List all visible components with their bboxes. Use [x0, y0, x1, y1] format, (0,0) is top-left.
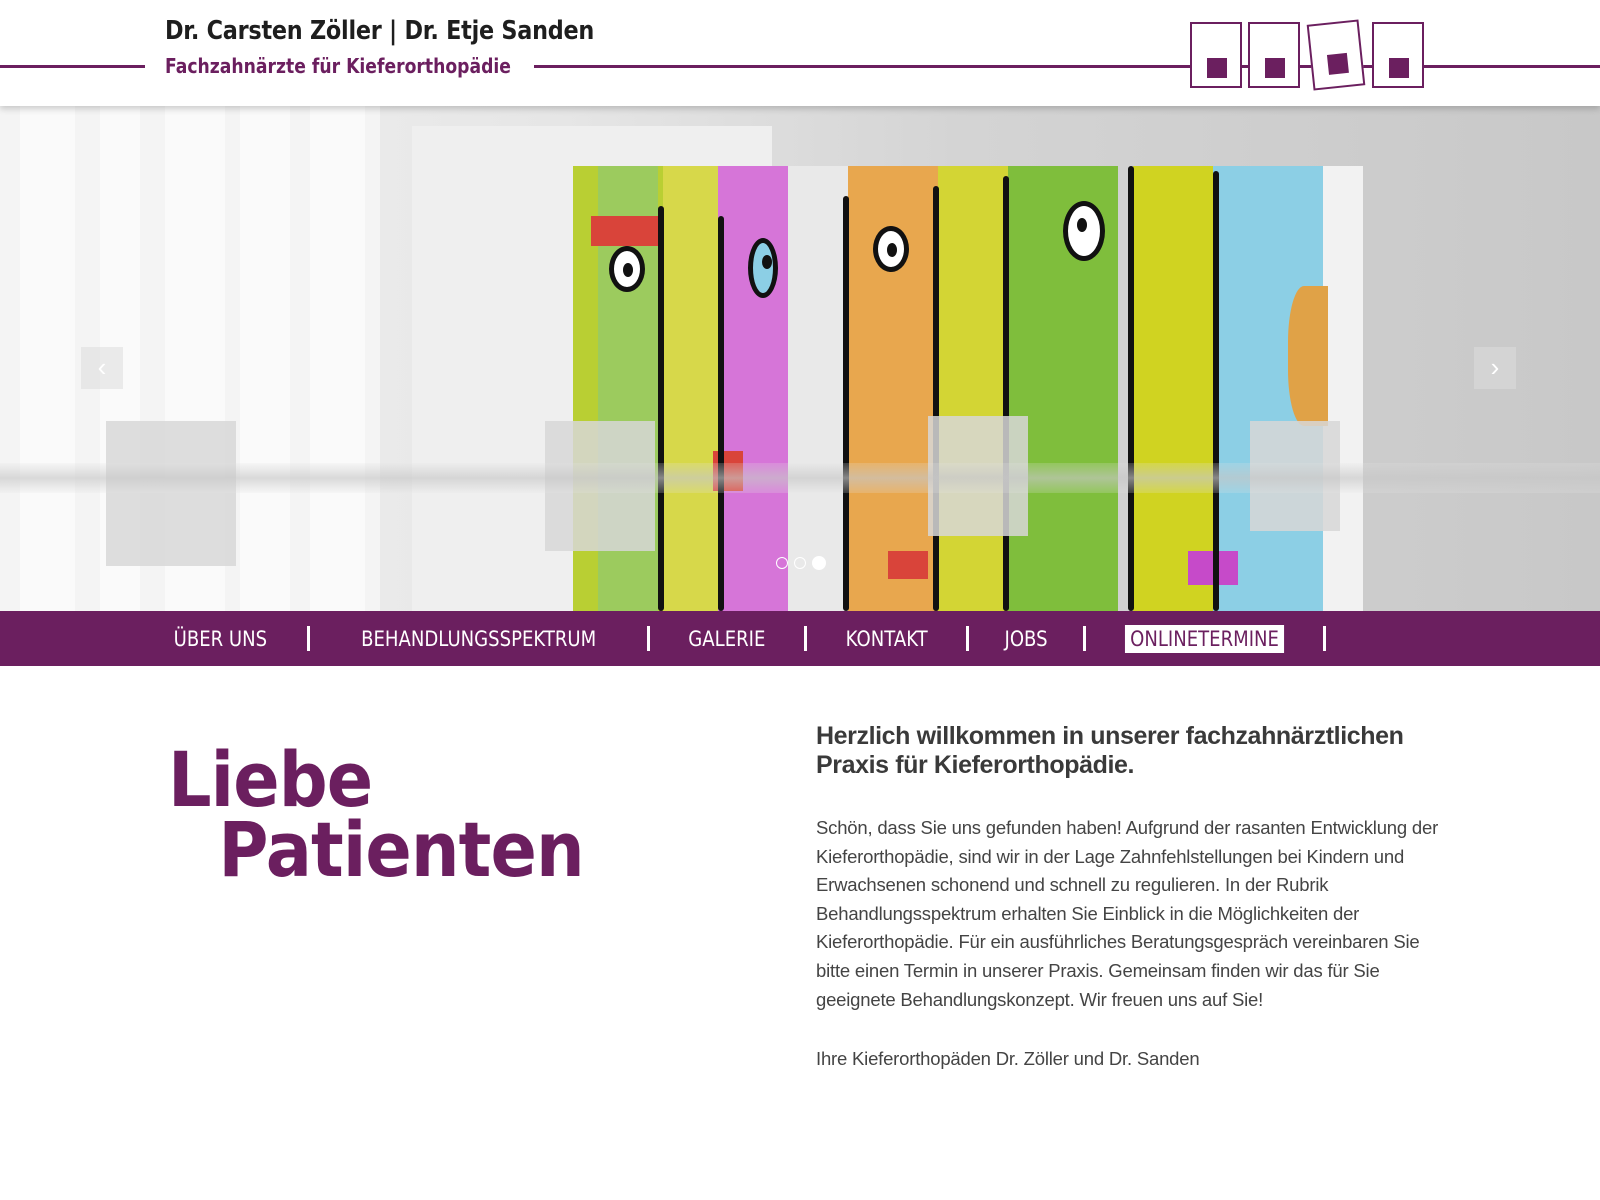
welcome-heading: Herzlich willkommen in unserer fachzahnä… [816, 722, 1404, 779]
nav-item-galerie[interactable]: GALERIE [683, 625, 770, 653]
nav-item-jobs[interactable]: JOBS [1000, 625, 1053, 653]
doctor-names[interactable]: Dr. Carsten Zöller | Dr. Etje Sanden [165, 16, 594, 46]
slider-next-arrow[interactable]: › [1474, 347, 1516, 389]
logo-square-1 [1190, 22, 1242, 88]
intro-paragraph: Schön, dass Sie uns gefunden haben! Aufg… [816, 817, 1439, 1010]
slider-dot[interactable] [776, 557, 788, 569]
slider-dots [776, 556, 826, 570]
nav-separator [1323, 626, 1327, 651]
logo-square-3 [1306, 19, 1366, 91]
logo-square-2 [1248, 22, 1300, 88]
main-navigation: ÜBER UNS BEHANDLUNGSSPEKTRUM GALERIE KON… [0, 611, 1600, 666]
practice-logo[interactable] [1190, 19, 1426, 92]
nav-item-kontakt[interactable]: KONTAKT [840, 625, 932, 653]
practice-subtitle: Fachzahnärzte für Kieferorthopädie [165, 54, 515, 78]
header-rule-left [0, 65, 145, 68]
nav-separator [306, 626, 310, 651]
nav-separator [966, 626, 970, 651]
hero-painting [573, 166, 1363, 611]
nav-separator [1083, 626, 1087, 651]
header-rule-right [534, 65, 1600, 68]
nav-item-ueber-uns[interactable]: ÜBER UNS [168, 625, 272, 653]
logo-square-4 [1372, 22, 1424, 88]
slider-prev-arrow[interactable]: ‹ [81, 347, 123, 389]
nav-item-behandlungsspektrum[interactable]: BEHANDLUNGSSPEKTRUM [356, 625, 601, 653]
glass-partition [0, 463, 1600, 493]
site-header: Dr. Carsten Zöller | Dr. Etje Sanden Fac… [0, 0, 1600, 106]
nav-list: ÜBER UNS BEHANDLUNGSSPEKTRUM GALERIE KON… [160, 611, 1352, 666]
signature-text: Ihre Kieferorthopäden Dr. Zöller und Dr.… [816, 1048, 1200, 1069]
slider-dot[interactable] [812, 556, 826, 570]
nav-separator [647, 626, 651, 651]
page-headline: Liebe Patienten [168, 742, 630, 894]
headline-line-2: Patienten [218, 805, 584, 894]
nav-separator [803, 626, 807, 651]
nav-item-onlinetermine[interactable]: ONLINETERMINE [1125, 624, 1285, 653]
slider-dot[interactable] [794, 557, 806, 569]
hero-slider: ‹ › [0, 106, 1600, 611]
